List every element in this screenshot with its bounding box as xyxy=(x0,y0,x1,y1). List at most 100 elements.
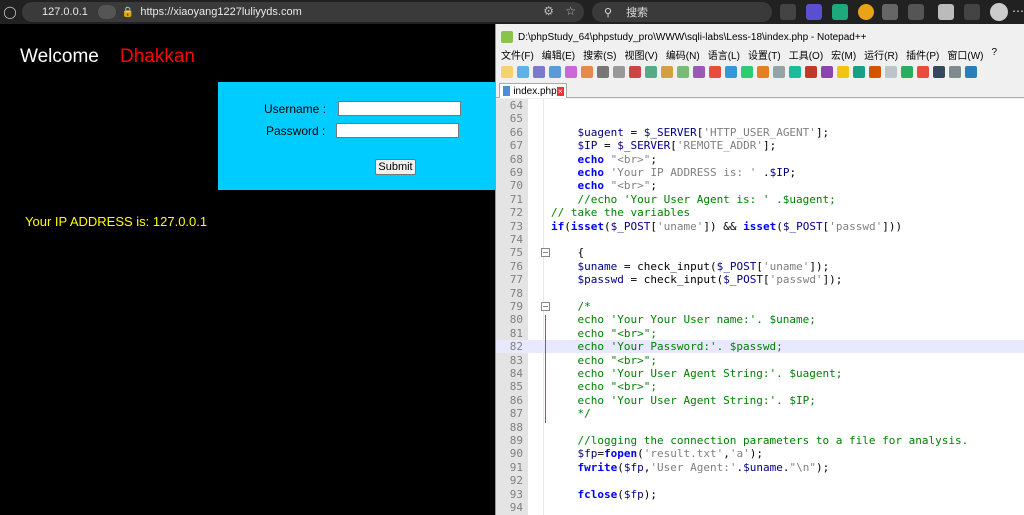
menu-item[interactable]: ? xyxy=(992,47,998,63)
code-line[interactable]: 87 */ xyxy=(496,407,1024,420)
code-line[interactable]: 65 xyxy=(496,112,1024,125)
toolbar-button-icon[interactable] xyxy=(853,66,865,78)
code-line[interactable]: 84 echo 'Your User Agent String:'. $uage… xyxy=(496,367,1024,380)
toolbar-button-icon[interactable] xyxy=(837,66,849,78)
toolbar-button-icon[interactable] xyxy=(629,66,641,78)
menu-bar: 文件(F) 编辑(E) 搜索(S) 视图(V) 编码(N) 语言(L) 设置(T) 工具(O)… xyxy=(496,47,1024,63)
code-line[interactable]: 90 $fp=fopen('result.txt','a'); xyxy=(496,447,1024,460)
code-line[interactable]: 88 xyxy=(496,421,1024,434)
code-line[interactable]: 83 echo "<br>"; xyxy=(496,354,1024,367)
fold-toggle-icon[interactable] xyxy=(541,302,550,311)
code-line[interactable]: 74 xyxy=(496,233,1024,246)
tab-index-php[interactable]: index.php × xyxy=(499,83,567,98)
toolbar-button-icon[interactable] xyxy=(949,66,961,78)
extension-icon[interactable] xyxy=(882,4,898,20)
menu-item[interactable]: 编辑(E) xyxy=(542,47,575,63)
code-line[interactable]: 75 { xyxy=(496,246,1024,259)
code-editor[interactable]: 64 65 66 $uagent = $_SERVER['HTTP_USER_AGE… xyxy=(496,99,1024,515)
code-line[interactable]: 91 fwrite($fp,'User Agent:'.$uname."\n")… xyxy=(496,461,1024,474)
toolbar-button-icon[interactable] xyxy=(885,66,897,78)
bookmark-star-icon[interactable]: ☆ xyxy=(565,4,576,18)
code-line[interactable]: 77 $passwd = check_input($_POST['passwd'… xyxy=(496,273,1024,286)
submit-button[interactable]: Submit xyxy=(375,159,416,175)
code-line[interactable]: 72 // take the variables xyxy=(496,206,1024,219)
toolbar-button-icon[interactable] xyxy=(581,66,593,78)
toolbar-button-icon[interactable] xyxy=(789,66,801,78)
menu-item[interactable]: 宏(M) xyxy=(831,47,856,63)
code-line[interactable]: 78 xyxy=(496,287,1024,300)
address-bar[interactable]: 127.0.0.1 🔒 https://xiaoyang1227luliyyds… xyxy=(22,2,584,22)
extension-icon[interactable] xyxy=(908,4,924,20)
menu-item[interactable]: 语言(L) xyxy=(708,47,740,63)
toolbar-button-icon[interactable] xyxy=(709,66,721,78)
close-icon[interactable]: × xyxy=(556,86,564,96)
favorites-icon[interactable] xyxy=(964,4,980,20)
menu-item[interactable]: 运行(R) xyxy=(864,47,898,63)
code-line[interactable]: 66 $uagent = $_SERVER['HTTP_USER_AGENT']… xyxy=(496,126,1024,139)
code-line[interactable]: 69 echo 'Your IP ADDRESS is: ' .$IP; xyxy=(496,166,1024,179)
password-input[interactable] xyxy=(336,123,459,138)
toolbar-button-icon[interactable] xyxy=(517,66,529,78)
toolbar-button-icon[interactable] xyxy=(661,66,673,78)
code-line[interactable]: 86 echo 'Your User Agent String:'. $IP; xyxy=(496,394,1024,407)
toolbar-button-icon[interactable] xyxy=(901,66,913,78)
toolbar-button-icon[interactable] xyxy=(501,66,513,78)
menu-item[interactable]: 文件(F) xyxy=(501,47,534,63)
toolbar-button-icon[interactable] xyxy=(565,66,577,78)
toolbar-button-icon[interactable] xyxy=(597,66,609,78)
code-line[interactable]: 81 echo "<br>"; xyxy=(496,327,1024,340)
toolbar-button-icon[interactable] xyxy=(613,66,625,78)
menu-item[interactable]: 搜索(S) xyxy=(583,47,616,63)
translate-icon[interactable]: ⚙ xyxy=(543,4,554,18)
toolbar-button-icon[interactable] xyxy=(917,66,929,78)
back-icon[interactable]: ◯ xyxy=(2,4,18,20)
code-line[interactable]: 85 echo "<br>"; xyxy=(496,380,1024,393)
username-input[interactable] xyxy=(338,101,461,116)
lock-icon[interactable]: 🔒 xyxy=(122,7,134,18)
code-line[interactable]: 79 /* xyxy=(496,300,1024,313)
code-line[interactable]: 71 //echo 'Your User Agent is: ' .$uagen… xyxy=(496,193,1024,206)
menu-item[interactable]: 窗口(W) xyxy=(947,47,983,63)
toolbar-button-icon[interactable] xyxy=(725,66,737,78)
search-box[interactable]: ⚲ 搜索 xyxy=(592,2,772,22)
code-line[interactable]: 89 //logging the connection parameters t… xyxy=(496,434,1024,447)
toolbar-button-icon[interactable] xyxy=(677,66,689,78)
extension-icon[interactable] xyxy=(858,4,874,20)
code-line[interactable]: 73 if(isset($_POST['uname']) && isset($_P… xyxy=(496,220,1024,233)
code-line[interactable]: 68 echo "<br>"; xyxy=(496,153,1024,166)
toolbar-button-icon[interactable] xyxy=(741,66,753,78)
code-line[interactable]: 92 xyxy=(496,474,1024,487)
menu-item[interactable]: 插件(P) xyxy=(906,47,939,63)
toolbar-button-icon[interactable] xyxy=(645,66,657,78)
tab-group-pill[interactable] xyxy=(97,5,116,19)
menu-item[interactable]: 工具(O) xyxy=(789,47,823,63)
toolbar-button-icon[interactable] xyxy=(773,66,785,78)
toolbar-button-icon[interactable] xyxy=(965,66,977,78)
toolbar-button-icon[interactable] xyxy=(805,66,817,78)
menu-item[interactable]: 编码(N) xyxy=(666,47,700,63)
toolbar-button-icon[interactable] xyxy=(821,66,833,78)
extension-icon[interactable] xyxy=(832,4,848,20)
toolbar-button-icon[interactable] xyxy=(757,66,769,78)
split-screen-icon[interactable] xyxy=(938,4,954,20)
menu-item[interactable]: 视图(V) xyxy=(624,47,657,63)
code-line[interactable]: 80 echo 'Your Your User name:'. $uname; xyxy=(496,313,1024,326)
code-line[interactable]: 70 echo "<br>"; xyxy=(496,179,1024,192)
toolbar-button-icon[interactable] xyxy=(933,66,945,78)
toolbar-button-icon[interactable] xyxy=(533,66,545,78)
extension-icon[interactable] xyxy=(780,4,796,20)
code-line[interactable]: 64 xyxy=(496,99,1024,112)
code-line[interactable]: 76 $uname = check_input($_POST['uname'])… xyxy=(496,260,1024,273)
menu-item[interactable]: 设置(T) xyxy=(748,47,781,63)
toolbar-button-icon[interactable] xyxy=(693,66,705,78)
code-line[interactable]: 93 fclose($fp); xyxy=(496,488,1024,501)
fold-toggle-icon[interactable] xyxy=(541,248,550,258)
more-menu-icon[interactable]: ⋯ xyxy=(1012,4,1024,18)
avatar[interactable] xyxy=(990,3,1008,21)
extension-icon[interactable] xyxy=(806,4,822,20)
code-line[interactable]: 82 echo 'Your Password:'. $passwd; xyxy=(496,340,1024,354)
code-line[interactable]: 67 $IP = $_SERVER['REMOTE_ADDR']; xyxy=(496,139,1024,152)
code-line[interactable]: 94 xyxy=(496,501,1024,514)
toolbar-button-icon[interactable] xyxy=(869,66,881,78)
toolbar-button-icon[interactable] xyxy=(549,66,561,78)
